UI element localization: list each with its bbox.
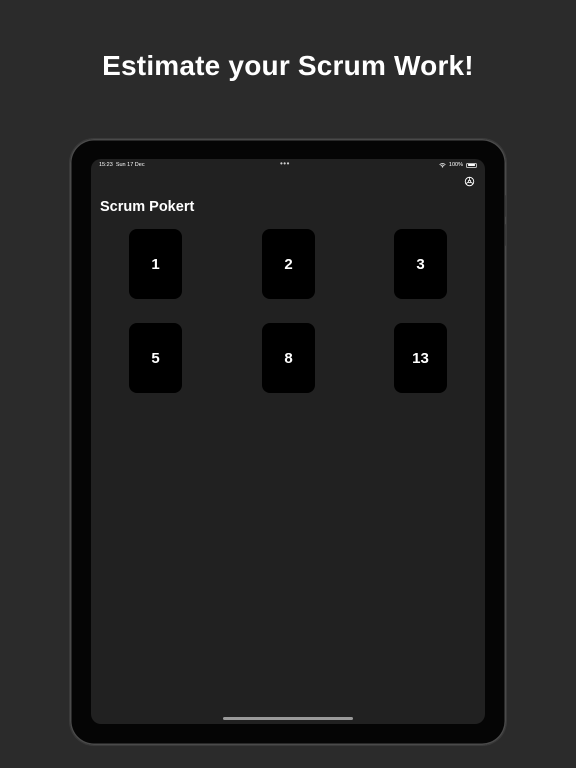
- wifi-icon: [439, 162, 446, 168]
- marketing-headline: Estimate your Scrum Work!: [102, 50, 474, 81]
- app-title: Scrum Pokert: [100, 199, 195, 215]
- battery-icon: [466, 162, 477, 168]
- estimate-card-5[interactable]: 5: [129, 323, 182, 393]
- device-side-button: [505, 195, 507, 217]
- battery-percent: 100%: [448, 162, 463, 168]
- status-time: 15:23 Sun 17 Dec: [99, 162, 145, 168]
- status-indicators: 100%: [439, 162, 477, 168]
- status-bar: 15:23 Sun 17 Dec ••• 100%: [91, 159, 485, 173]
- settings-icon: [464, 174, 475, 192]
- estimate-card-8[interactable]: 8: [262, 323, 315, 393]
- status-date: Sun 17 Dec: [115, 162, 145, 168]
- home-indicator[interactable]: [223, 717, 353, 720]
- estimate-card-13[interactable]: 13: [394, 323, 447, 393]
- estimate-card-2[interactable]: 2: [262, 229, 315, 299]
- estimate-card-1[interactable]: 1: [129, 229, 182, 299]
- estimate-card-3[interactable]: 3: [394, 229, 447, 299]
- tablet-screen: 15:23 Sun 17 Dec ••• 100% Scrum Pokert 1…: [91, 159, 485, 724]
- device-side-button: [505, 224, 507, 246]
- multitasking-dots[interactable]: •••: [280, 159, 290, 168]
- status-clock: 15:23: [99, 162, 113, 168]
- settings-button[interactable]: [463, 174, 475, 192]
